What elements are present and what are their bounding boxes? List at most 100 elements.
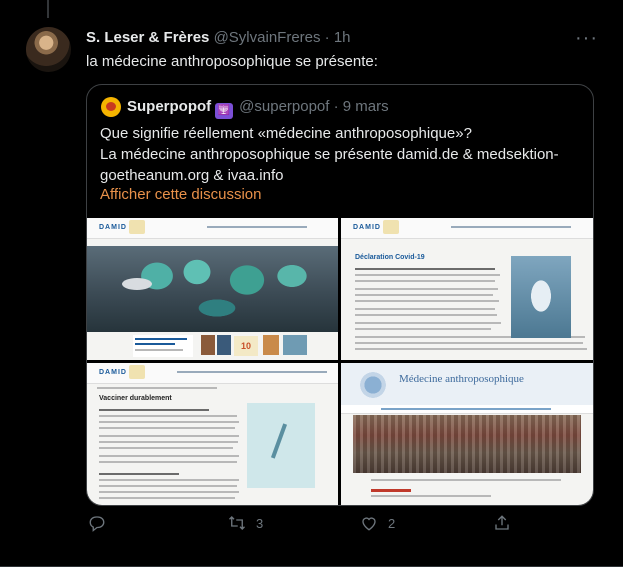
tweet-actions: 3 2 (0, 514, 623, 544)
site-nav (451, 226, 571, 228)
like-count: 2 (388, 515, 396, 531)
text-line (371, 495, 491, 497)
text-line (99, 427, 235, 429)
caption-line (135, 343, 175, 345)
surgery-photo (87, 246, 338, 332)
site-nav (177, 371, 327, 373)
text-line (99, 441, 238, 443)
thread-connector-line (47, 0, 49, 18)
text-line (99, 409, 209, 411)
author-name[interactable]: S. Leser & Frères (86, 29, 209, 46)
quote-author-avatar (101, 97, 121, 117)
damid-logo: DAMID (99, 369, 127, 376)
thumbnail-photo (263, 335, 279, 355)
author-avatar[interactable] (26, 27, 71, 72)
reply-icon (89, 516, 105, 532)
heart-icon (362, 517, 376, 531)
retweet-icon (229, 516, 245, 530)
quote-text-line1: Que signifie réellement «médecine anthro… (100, 125, 472, 142)
site-banner: Médecine anthroposophique (341, 363, 593, 405)
surgical-lamp (122, 278, 152, 290)
header-separator: · (324, 29, 330, 46)
text-line (355, 328, 491, 330)
text-line (99, 491, 239, 493)
tweet-header: S. Leser & Frères @SylvainFreres · 1h (86, 29, 351, 46)
text-line (355, 322, 501, 324)
text-line (99, 461, 237, 463)
text-line (99, 455, 239, 457)
medsektion-homepage-screenshot[interactable]: Médecine anthroposophique (341, 363, 593, 505)
damid-logo: DAMID (353, 224, 381, 231)
quote-header-separator: · (333, 98, 339, 115)
text-line (355, 342, 583, 344)
text-line (99, 435, 239, 437)
share-button[interactable] (493, 514, 521, 532)
quote-author-name: Superpopof (127, 98, 212, 115)
share-icon (495, 515, 509, 530)
tweet-text: la médecine anthroposophique se présente… (86, 53, 378, 70)
quote-header: Superpopof 🕎 @superpopof · 9 mars (127, 98, 389, 119)
menu-items (381, 408, 551, 410)
group-photo (353, 415, 581, 473)
text-line (99, 497, 235, 499)
site-nav (207, 226, 307, 228)
caption-line (135, 338, 187, 340)
quote-date: 9 mars (342, 98, 389, 115)
damid-vaccination-screenshot[interactable]: DAMID Vacciner durablement (87, 363, 338, 505)
site-header: DAMID (87, 363, 338, 384)
damid-homepage-screenshot[interactable]: DAMID 10 (87, 218, 338, 360)
anniversary-logo (129, 220, 145, 234)
more-options-icon[interactable]: ··· (575, 27, 598, 50)
site-title: Médecine anthroposophique (399, 373, 524, 385)
retweet-count: 3 (256, 515, 264, 531)
text-line (99, 447, 233, 449)
syringe-photo (247, 403, 315, 488)
site-header: DAMID (341, 218, 593, 239)
quote-text: Que signifie réellement «médecine anthro… (100, 123, 580, 186)
text-line (355, 348, 587, 350)
red-heading (371, 489, 411, 492)
damid-logo: DAMID (99, 224, 127, 231)
breadcrumb (97, 387, 217, 389)
author-handle[interactable]: @SylvainFreres (214, 29, 321, 46)
text-line (99, 479, 239, 481)
quoted-tweet[interactable]: Superpopof 🕎 @superpopof · 9 mars Que sign… (86, 84, 594, 506)
anniversary-logo (383, 220, 399, 234)
show-thread-link[interactable]: Afficher cette discussion (100, 186, 261, 203)
gloved-hand-photo (511, 256, 571, 338)
caption-subline (135, 349, 183, 351)
text-line (99, 421, 239, 423)
text-line (355, 294, 493, 296)
text-line (355, 314, 497, 316)
anniversary-logo (129, 365, 145, 379)
page-heading: Vacciner durablement (99, 395, 172, 402)
photo-caption-box (133, 335, 193, 357)
thumbnail-photo (217, 335, 231, 355)
like-button[interactable]: 2 (360, 514, 395, 532)
quote-author-handle: @superpopof (239, 98, 330, 115)
text-line (371, 479, 561, 481)
reply-button[interactable] (88, 514, 116, 532)
menorah-emoji-icon: 🕎 (215, 103, 234, 119)
text-line (355, 268, 495, 270)
goetheanum-logo (357, 371, 389, 399)
site-header: DAMID (87, 218, 338, 239)
anniversary-badge: 10 (234, 336, 258, 356)
thumbnail-photo (283, 335, 307, 355)
text-line (99, 473, 179, 475)
quote-text-line2: La médecine anthroposophique se présente… (100, 146, 559, 184)
text-line (99, 415, 237, 417)
text-line (355, 274, 500, 276)
retweet-button[interactable]: 3 (228, 514, 263, 532)
page-heading: Déclaration Covid-19 (355, 254, 425, 261)
text-line (355, 280, 495, 282)
tweet-timestamp[interactable]: 1h (334, 29, 351, 46)
site-menu (341, 405, 593, 414)
damid-declaration-screenshot[interactable]: DAMID Déclaration Covid-19 (341, 218, 593, 360)
text-line (355, 308, 495, 310)
text-line (99, 485, 237, 487)
image-grid: DAMID 10 DAMID Déclaration Covid-19 DAMI… (87, 218, 593, 505)
thumbnail-photo (201, 335, 215, 355)
text-line (355, 300, 499, 302)
text-line (355, 288, 498, 290)
